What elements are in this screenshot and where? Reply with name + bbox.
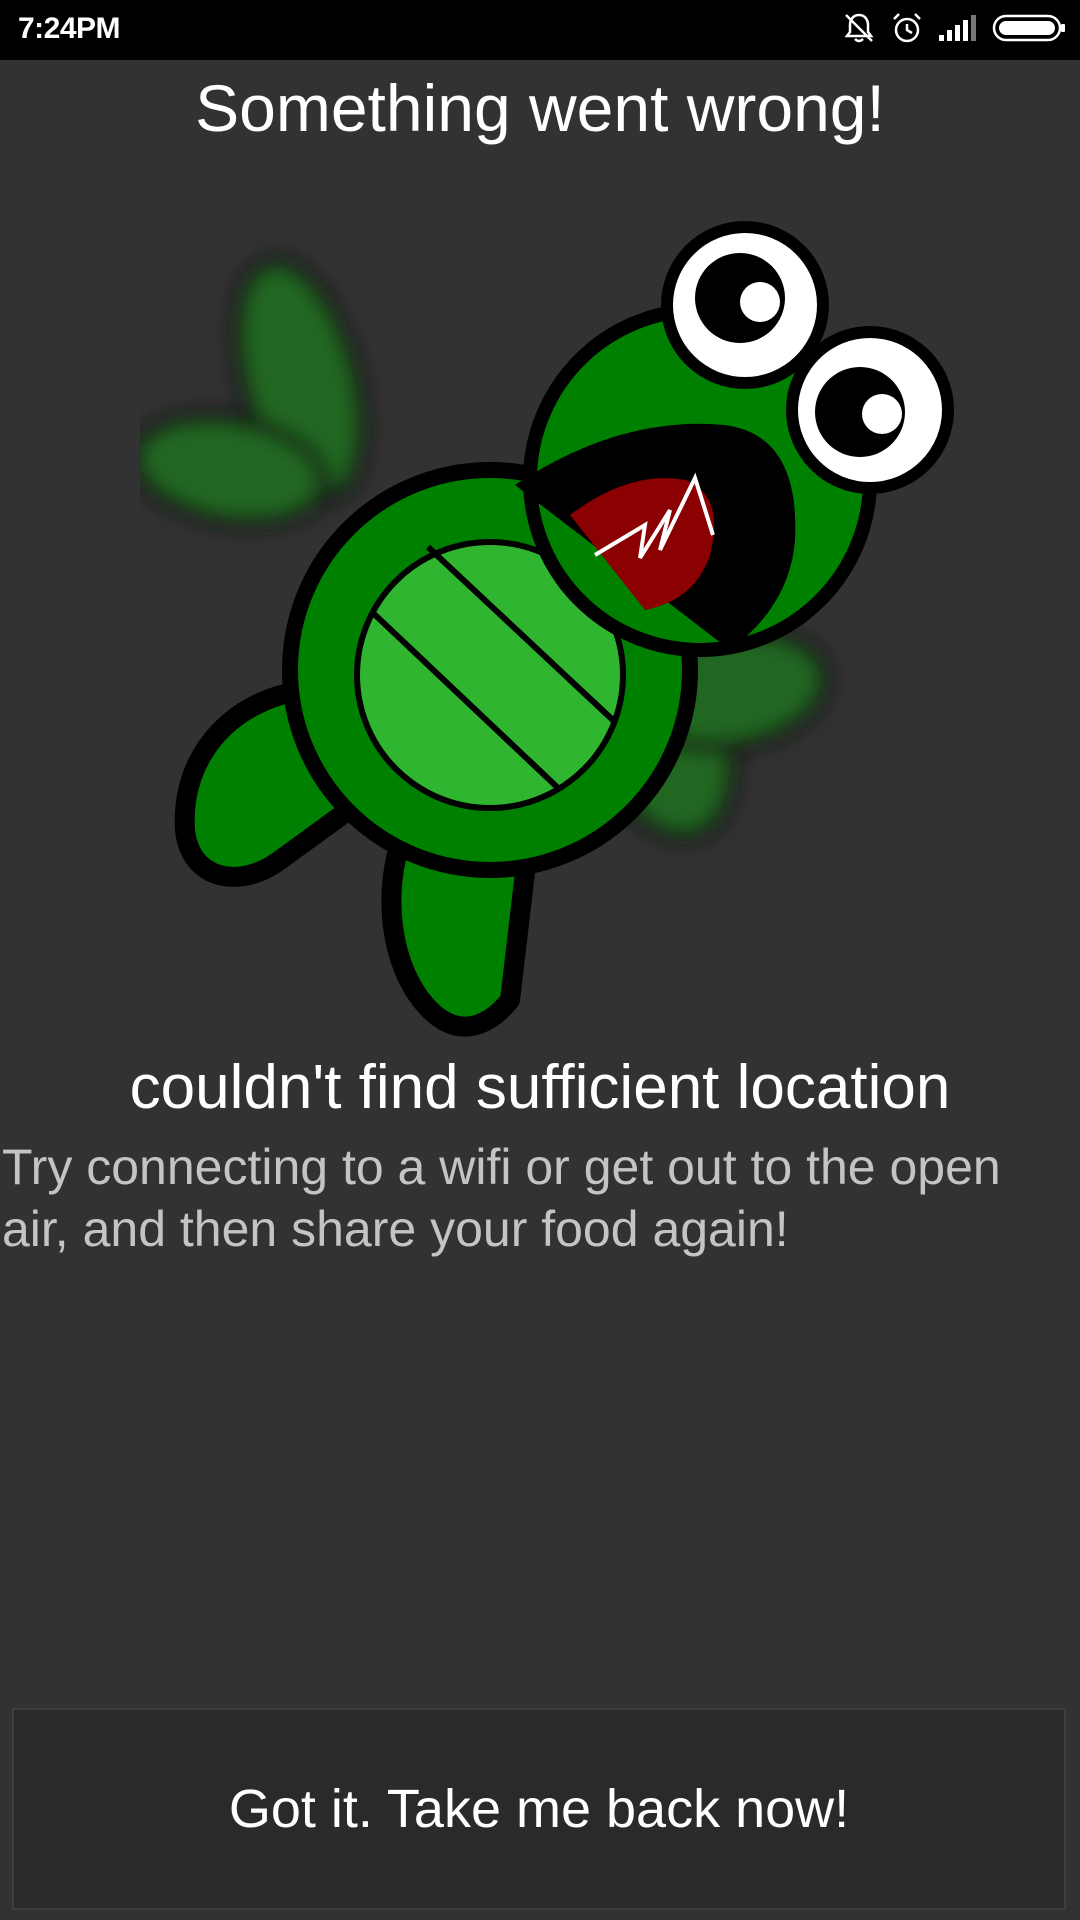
error-subtitle: couldn't find sufficient location (129, 1053, 951, 1122)
take-me-back-button[interactable]: Got it. Take me back now! (12, 1708, 1066, 1910)
bell-off-icon (842, 11, 876, 50)
alarm-icon (890, 11, 924, 50)
signal-icon (938, 13, 978, 48)
battery-icon (992, 13, 1066, 48)
status-icons (828, 10, 1066, 50)
page-title: Something went wrong! (195, 71, 885, 145)
upset-turtle-icon (129, 210, 970, 1040)
error-message: Try connecting to a wifi or get out to t… (2, 1139, 1001, 1257)
status-bar: 7:24PM (0, 0, 1080, 60)
status-time: 7:24PM (18, 12, 121, 45)
